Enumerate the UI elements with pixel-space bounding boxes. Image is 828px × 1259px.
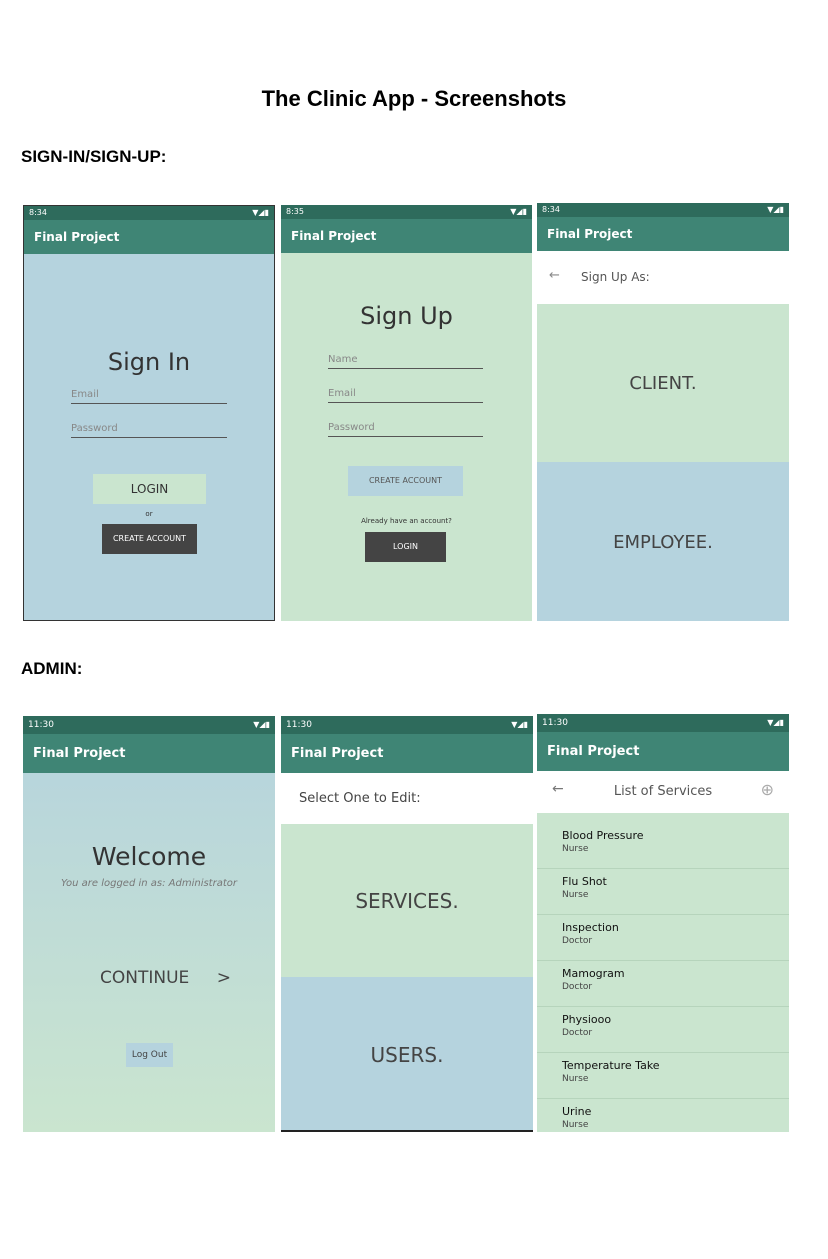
plus-circle-icon[interactable]: ⊕ — [761, 780, 774, 799]
signal-icon: ▼◢▮ — [253, 720, 270, 729]
login-button[interactable]: LOGIN — [93, 474, 206, 504]
client-option[interactable]: CLIENT. — [537, 304, 789, 462]
status-time: 8:34 — [542, 205, 560, 214]
login-button[interactable]: LOGIN — [365, 532, 446, 562]
document-title: The Clinic App - Screenshots — [261, 86, 567, 111]
screenshot-sign-up-as: 8:34 ▼◢▮ Final Project ← Sign Up As: CLI… — [537, 203, 789, 621]
or-label: or — [145, 510, 153, 518]
status-bar: 11:30 ▼◢▮ — [23, 716, 275, 734]
service-role: Nurse — [562, 1074, 589, 1084]
signal-icon: ▼◢▮ — [767, 718, 784, 727]
app-bar-title: Final Project — [281, 734, 533, 773]
service-role: Doctor — [562, 936, 593, 946]
list-header: ← List of Services ⊕ — [537, 771, 789, 813]
password-field[interactable]: Password — [328, 422, 483, 437]
continue-label: CONTINUE — [100, 968, 190, 988]
service-role: Nurse — [562, 844, 589, 854]
chevron-right-icon: > — [216, 968, 231, 988]
screenshot-select-edit: 11:30 ▼◢▮ Final Project Select One to Ed… — [281, 716, 533, 1132]
status-bar: 8:34 ▼◢▮ — [537, 203, 789, 217]
users-label: USERS. — [370, 1043, 444, 1067]
employee-option[interactable]: EMPLOYEE. — [537, 462, 789, 621]
status-time: 8:35 — [286, 207, 304, 216]
list-item[interactable]: Inspection Doctor — [537, 915, 789, 961]
password-field[interactable]: Password — [71, 423, 227, 438]
service-name: Blood Pressure — [562, 829, 644, 842]
service-name: Inspection — [562, 921, 619, 934]
select-edit-header: Select One to Edit: — [299, 791, 421, 806]
sign-in-heading: Sign In — [107, 348, 191, 376]
list-item[interactable]: Urine Nurse — [537, 1099, 789, 1132]
services-label: SERVICES. — [355, 889, 459, 913]
list-item[interactable]: Blood Pressure Nurse — [537, 823, 789, 869]
list-of-services-title: List of Services — [613, 784, 713, 799]
signal-icon: ▼◢▮ — [510, 207, 527, 216]
app-bar-title: Final Project — [281, 219, 532, 253]
app-bar-title: Final Project — [537, 217, 789, 251]
list-item[interactable]: Flu Shot Nurse — [537, 869, 789, 915]
status-bar: 8:35 ▼◢▮ — [281, 205, 532, 219]
users-option[interactable]: USERS. — [281, 977, 533, 1130]
screenshot-list-of-services: 11:30 ▼◢▮ Final Project ← List of Servic… — [537, 714, 789, 1132]
service-name: Urine — [562, 1105, 592, 1118]
status-time: 11:30 — [542, 718, 568, 728]
service-name: Temperature Take — [562, 1059, 660, 1072]
welcome-heading: Welcome — [91, 842, 207, 871]
service-name: Mamogram — [562, 967, 625, 980]
email-field[interactable]: Email — [328, 388, 483, 403]
already-have-account-label: Already have an account? — [361, 517, 452, 525]
list-item[interactable]: Mamogram Doctor — [537, 961, 789, 1007]
signal-icon: ▼◢▮ — [252, 208, 269, 217]
status-time: 11:30 — [286, 720, 312, 730]
section-heading-admin: ADMIN: — [21, 659, 83, 678]
sign-up-as-header: Sign Up As: — [581, 270, 650, 284]
continue-button[interactable]: CONTINUE > — [100, 968, 231, 988]
service-name: Flu Shot — [562, 875, 607, 888]
service-role: Doctor — [562, 1028, 593, 1038]
create-account-button[interactable]: CREATE ACCOUNT — [102, 524, 197, 554]
arrow-left-icon[interactable]: ← — [549, 268, 560, 283]
status-time: 8:34 — [29, 208, 47, 217]
list-item[interactable]: Physiooo Doctor — [537, 1007, 789, 1053]
screenshot-sign-in: 8:34 ▼◢▮ Final Project Sign In Email Pas… — [23, 205, 275, 621]
log-out-button[interactable]: Log Out — [126, 1043, 173, 1067]
signal-icon: ▼◢▮ — [511, 720, 528, 729]
list-item[interactable]: Temperature Take Nurse — [537, 1053, 789, 1099]
email-field[interactable]: Email — [71, 389, 227, 404]
app-bar-title: Final Project — [537, 732, 789, 771]
app-bar-title: Final Project — [24, 220, 274, 254]
status-bar: 11:30 ▼◢▮ — [281, 716, 533, 734]
service-role: Nurse — [562, 890, 589, 900]
services-option[interactable]: SERVICES. — [281, 824, 533, 977]
section-heading-signin: SIGN-IN/SIGN-UP: — [21, 147, 167, 166]
signal-icon: ▼◢▮ — [767, 205, 784, 214]
create-account-button[interactable]: CREATE ACCOUNT — [348, 466, 463, 496]
employee-label: EMPLOYEE. — [613, 532, 713, 553]
client-label: CLIENT. — [629, 373, 697, 394]
screenshot-welcome: 11:30 ▼◢▮ Final Project Welcome You are … — [23, 716, 275, 1132]
screenshot-sign-up: 8:35 ▼◢▮ Final Project Sign Up Name Emai… — [281, 205, 532, 621]
status-bar: 8:34 ▼◢▮ — [24, 206, 274, 220]
service-role: Nurse — [562, 1120, 589, 1130]
service-role: Doctor — [562, 982, 593, 992]
logged-in-as-label: You are logged in as: Administrator — [60, 878, 237, 889]
app-bar-title: Final Project — [23, 734, 275, 773]
status-bar: 11:30 ▼◢▮ — [537, 714, 789, 732]
services-list: Blood Pressure Nurse Flu Shot Nurse Insp… — [537, 813, 789, 1132]
name-field[interactable]: Name — [328, 354, 483, 369]
service-name: Physiooo — [562, 1013, 612, 1026]
status-time: 11:30 — [28, 720, 54, 730]
sign-up-heading: Sign Up — [360, 302, 453, 330]
